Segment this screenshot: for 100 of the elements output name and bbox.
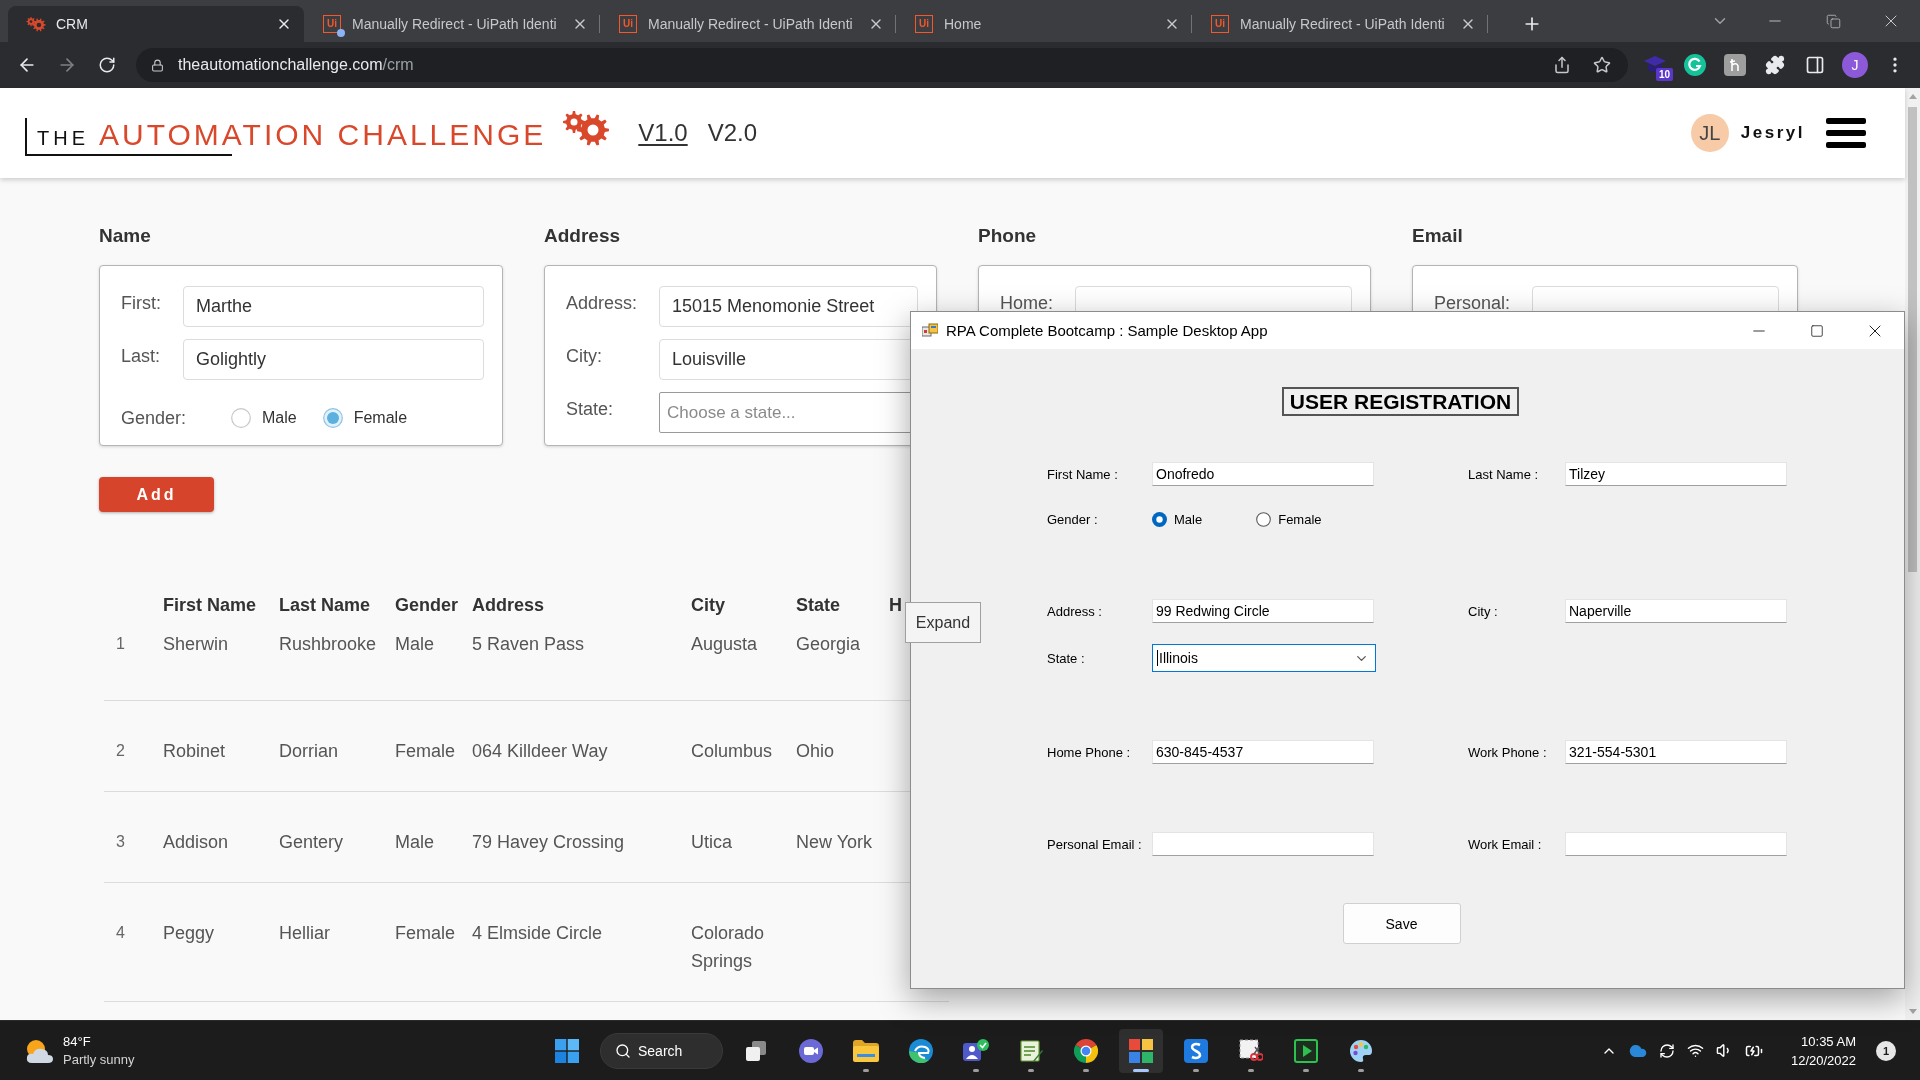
notification-badge[interactable]: 1 [1876, 1040, 1896, 1061]
radio-option[interactable]: Female [1256, 511, 1322, 527]
window-title: RPA Complete Bootcamp : Sample Desktop App [946, 322, 1268, 339]
radio-option[interactable]: Male [231, 408, 297, 428]
column-header: Address [472, 590, 691, 620]
radio-icon[interactable] [1256, 511, 1272, 527]
app-icon [922, 322, 938, 339]
table-cell: Augusta [691, 620, 796, 701]
swirl-icon [909, 1038, 933, 1063]
column-header: First Name [163, 594, 258, 617]
table-cell: Male [395, 620, 472, 701]
table-cell: Georgia [796, 620, 889, 701]
table-cell: Peggy [163, 882, 279, 1002]
input-field[interactable]: 321-554-5301 [1565, 740, 1787, 764]
field-label: City : [1468, 603, 1498, 619]
input-field[interactable] [1565, 832, 1787, 856]
logo-title: AUTOMATION CHALLENGE [99, 118, 547, 152]
field-label: Gender: [121, 407, 187, 429]
expand-button[interactable]: Expand [905, 602, 981, 643]
radio-icon[interactable] [1152, 511, 1167, 527]
profile-avatar[interactable]: J [1842, 52, 1868, 78]
star-icon[interactable] [1593, 56, 1611, 74]
weather-text: Partly sunny [63, 1050, 135, 1069]
tiles-icon [1129, 1038, 1153, 1063]
notepad-icon [1019, 1038, 1043, 1063]
radio-icon[interactable] [322, 408, 343, 428]
menu-icon[interactable] [1826, 118, 1866, 148]
add-button[interactable]: Add [99, 477, 214, 512]
section-title: Name [99, 224, 151, 248]
row-number: 2 [104, 700, 163, 792]
input-field[interactable]: 99 Redwing Circle [1152, 599, 1374, 623]
table-cell: Female [395, 700, 472, 792]
section-title: Email [1412, 224, 1463, 248]
logo-icon: Ui [619, 15, 637, 33]
column-header: State [796, 594, 841, 617]
field-label: State : [1047, 650, 1085, 666]
scrollbar-thumb[interactable] [1908, 107, 1917, 572]
maximize-icon[interactable] [1810, 323, 1824, 338]
input-field[interactable]: Onofredo [1152, 462, 1374, 486]
table-cell: 4 Elmside Circle [472, 882, 691, 1002]
browser-tab[interactable]: CRM [8, 6, 304, 42]
taskbar-app-button[interactable] [1119, 1028, 1163, 1073]
table-cell: Female [395, 882, 472, 1002]
form-heading: USER REGISTRATION [1281, 387, 1520, 416]
section-title: Address [544, 224, 621, 248]
input-field[interactable]: Naperville [1565, 599, 1787, 623]
browser-tab[interactable]: Ui Home [896, 6, 1192, 42]
field-label: Gender : [1047, 511, 1098, 527]
input-field[interactable]: 630-845-4537 [1152, 740, 1374, 764]
radio-option[interactable]: Female [322, 408, 408, 428]
dropdown-field[interactable]: Illinois [1152, 644, 1376, 672]
puzzle-icon[interactable] [1765, 55, 1785, 75]
text-cursor [1157, 650, 1158, 666]
input-field[interactable]: Golightly [183, 339, 484, 380]
tile-icon[interactable] [1724, 54, 1746, 76]
table-cell: Colorado Springs [691, 882, 796, 1002]
save-button[interactable]: Save [1342, 903, 1461, 944]
sync-icon[interactable] [1658, 1042, 1675, 1059]
browser-tab[interactable]: Ui Manually Redirect - UiPath Identi [600, 6, 896, 42]
people-icon [963, 1038, 989, 1063]
app-tile-icon [1184, 1038, 1208, 1063]
browser-tab[interactable]: Ui Manually Redirect - UiPath Identi [304, 6, 600, 42]
video-chat-icon [799, 1038, 823, 1063]
logo-icon: Ui [1211, 15, 1229, 33]
table-cell: Male [395, 791, 472, 883]
address-bar[interactable]: theautomationchallenge.com/crm [136, 48, 1628, 82]
field-label: Last: [121, 345, 161, 368]
play-icon [1294, 1038, 1318, 1063]
field-label: Personal Email : [1047, 836, 1142, 852]
field-label: Address : [1047, 603, 1102, 619]
wifi-icon[interactable] [1686, 1042, 1704, 1059]
user-name: Jesryl [1740, 123, 1805, 143]
search-icon [615, 1042, 631, 1059]
table-cell: 064 Killdeer Way [472, 700, 691, 792]
input-field[interactable]: 15015 Menomonie Street [659, 286, 918, 327]
reload-icon[interactable] [98, 56, 116, 74]
clock[interactable]: 10:35 AM 12/20/2022 [1790, 1031, 1856, 1070]
radio-option[interactable]: Male [1152, 511, 1203, 527]
browser-tab[interactable]: Ui Manually Redirect - UiPath Identi [1192, 6, 1488, 42]
input-field[interactable]: Marthe [183, 286, 484, 327]
gears-icon [562, 111, 611, 147]
share-icon[interactable] [1553, 56, 1571, 74]
version-link[interactable]: V1.0 [638, 119, 688, 147]
restore-icon[interactable] [1825, 13, 1841, 29]
user-avatar: JL [1690, 114, 1729, 152]
search-button[interactable]: Search [600, 1032, 723, 1069]
table-cell: Dorrian [279, 700, 395, 792]
palette-icon [1349, 1038, 1373, 1063]
field-label: State: [566, 398, 614, 421]
version-link[interactable]: V2.0 [707, 119, 758, 147]
table-cell: Addison [163, 791, 279, 883]
column-header: City [691, 590, 796, 620]
extension-badge: 10 [1655, 68, 1673, 81]
temperature-text: 84°F [63, 1032, 91, 1051]
windows-logo-icon[interactable] [555, 1038, 579, 1063]
input-field[interactable]: Tilzey [1565, 462, 1787, 486]
field-label: First: [121, 292, 161, 315]
input-field[interactable] [1152, 832, 1374, 856]
side-panel-icon[interactable] [1805, 55, 1825, 75]
table-cell: 5 Raven Pass [472, 620, 691, 701]
